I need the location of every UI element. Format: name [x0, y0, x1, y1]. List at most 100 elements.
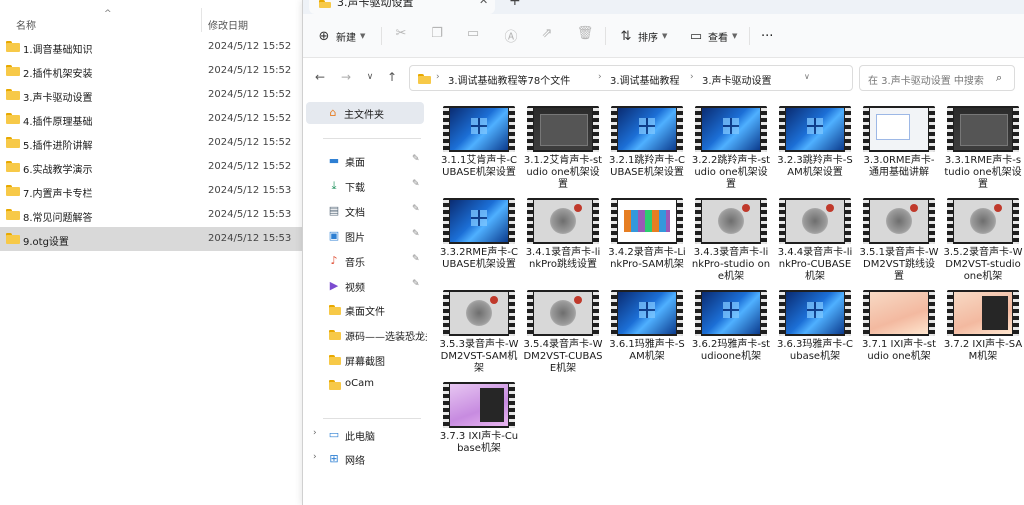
video-file-tile[interactable]: 3.3.0RME声卡-通用基础讲解: [859, 98, 939, 190]
nav-item-folder[interactable]: 屏幕截图: [303, 349, 427, 371]
breadcrumb-current[interactable]: 3.声卡驱动设置: [702, 72, 772, 87]
list-item[interactable]: 2.插件机架安装 2024/5/12 15:52: [0, 59, 302, 83]
pin-icon[interactable]: ✎: [412, 179, 420, 189]
back-arrow-icon[interactable]: ←: [311, 68, 329, 86]
address-history-chevron-icon[interactable]: ∨: [804, 72, 810, 81]
nav-item-music[interactable]: ♪ 音乐 ✎: [303, 250, 427, 272]
view-button[interactable]: ▭ 查看 ▼: [689, 25, 738, 47]
cut-icon[interactable]: ✂: [391, 26, 411, 46]
list-item[interactable]: 5.插件进阶讲解 2024/5/12 15:52: [0, 131, 302, 155]
breadcrumb-root[interactable]: 3.调试基础教程等78个文件: [448, 72, 570, 87]
chevron-right-icon[interactable]: ›: [313, 452, 317, 462]
video-file-tile[interactable]: 3.5.2录音声卡-WDM2VST-studio one机架: [943, 190, 1023, 282]
column-date-header[interactable]: 修改日期: [208, 17, 248, 32]
file-label: 3.5.4录音声卡-WDM2VST-CUBASE机架: [523, 339, 603, 374]
share-icon[interactable]: ⇗: [537, 26, 557, 46]
video-file-tile[interactable]: 3.5.4录音声卡-WDM2VST-CUBASE机架: [523, 282, 603, 374]
column-divider[interactable]: [201, 8, 202, 32]
video-file-tile[interactable]: 3.2.2跳羚声卡-studio one机架设置: [691, 98, 771, 190]
tab-current-folder[interactable]: 3.声卡驱动设置 ✕: [309, 0, 495, 14]
video-file-tile[interactable]: 3.4.2录音声卡-LinkPro-SAM机架: [607, 190, 687, 282]
nav-item-download[interactable]: ⤓ 下载 ✎: [303, 175, 427, 197]
breadcrumb-parent[interactable]: 3.调试基础教程: [610, 72, 680, 87]
nav-item-folder[interactable]: 桌面文件: [303, 299, 427, 321]
search-input[interactable]: 在 3.声卡驱动设置 中搜索 ⌕: [859, 65, 1015, 91]
video-file-tile[interactable]: 3.3.1RME声卡-studio one机架设置: [943, 98, 1023, 190]
computer-icon: ▭: [328, 428, 340, 441]
video-file-tile[interactable]: 3.5.3录音声卡-WDM2VST-SAM机架: [439, 282, 519, 374]
pin-icon[interactable]: ✎: [412, 229, 420, 239]
video-file-tile[interactable]: 3.4.4录音声卡-linkPro-CUBASE机架: [775, 190, 855, 282]
copy-icon[interactable]: ❐: [427, 26, 447, 46]
video-thumbnail: [443, 290, 515, 336]
list-item[interactable]: 4.插件原理基础 2024/5/12 15:52: [0, 107, 302, 131]
chevron-right-icon[interactable]: ›: [313, 428, 317, 438]
forward-arrow-icon[interactable]: →: [337, 68, 355, 86]
pin-icon[interactable]: ✎: [412, 204, 420, 214]
video-file-tile[interactable]: 3.7.3 IXI声卡-Cubase机架: [439, 374, 519, 466]
modified-date: 2024/5/12 15:53: [208, 233, 292, 244]
recent-locations-icon[interactable]: ∨: [361, 68, 379, 86]
column-name-header[interactable]: 名称: [16, 17, 36, 32]
list-item[interactable]: 8.常见问题解答 2024/5/12 15:53: [0, 203, 302, 227]
delete-icon[interactable]: 🗑: [575, 26, 595, 46]
breadcrumb-chevron-icon[interactable]: ›: [690, 72, 694, 82]
home-icon: ⌂: [329, 106, 337, 119]
nav-item-network[interactable]: › ⊞ 网络: [303, 448, 427, 470]
address-path[interactable]: › 3.调试基础教程等78个文件 › 3.调试基础教程 › 3.声卡驱动设置 ∨…: [409, 65, 940, 91]
video-file-tile[interactable]: 3.5.1录音声卡-WDM2VST跳线设置: [859, 190, 939, 282]
rename-icon[interactable]: Ⓐ: [501, 26, 521, 46]
file-label: 3.3.1RME声卡-studio one机架设置: [944, 155, 1022, 190]
pin-icon[interactable]: ✎: [412, 279, 420, 289]
sort-button[interactable]: ⇅ 排序 ▼: [619, 25, 668, 47]
sort-icon: ⇅: [620, 28, 632, 44]
video-file-tile[interactable]: 3.2.3跳羚声卡-SAM机架设置: [775, 98, 855, 190]
file-label: 3.5.1录音声卡-WDM2VST跳线设置: [859, 247, 939, 282]
nav-item-folder[interactable]: oCam: [303, 374, 427, 396]
nav-item-pictures[interactable]: ▣ 图片 ✎: [303, 225, 427, 247]
paste-icon[interactable]: ▭: [463, 26, 483, 46]
video-file-tile[interactable]: 3.2.1跳羚声卡-CUBASE机架设置: [607, 98, 687, 190]
video-file-tile[interactable]: 3.1.2艾肯声卡-studio one机架设置: [523, 98, 603, 190]
sort-up-icon[interactable]: ^: [104, 9, 112, 19]
nav-item-home[interactable]: ⌂ 主文件夹: [306, 102, 424, 124]
pin-icon[interactable]: ✎: [412, 254, 420, 264]
folder-icon: [329, 330, 341, 340]
folder-icon: [6, 185, 20, 196]
pin-icon[interactable]: ✎: [412, 154, 420, 164]
chevron-down-icon: ▼: [360, 32, 366, 40]
file-name: 6.实战教学演示: [23, 165, 93, 176]
video-file-tile[interactable]: 3.6.2玛雅声卡-studioone机架: [691, 282, 771, 374]
nav-item-folder[interactable]: 源码——选装恐龙头: [303, 324, 427, 346]
nav-item-video[interactable]: ▶ 视频 ✎: [303, 275, 427, 297]
list-item[interactable]: 1.调音基础知识 2024/5/12 15:52: [0, 35, 302, 59]
list-item[interactable]: 3.声卡驱动设置 2024/5/12 15:52: [0, 83, 302, 107]
up-arrow-icon[interactable]: ↑: [383, 68, 401, 86]
breadcrumb-chevron-icon[interactable]: ›: [598, 72, 602, 82]
modified-date: 2024/5/12 15:52: [208, 161, 292, 172]
nav-item-this-pc[interactable]: › ▭ 此电脑: [303, 424, 427, 446]
video-thumbnail: [443, 382, 515, 428]
new-button[interactable]: ⊕ 新建 ▼: [317, 25, 366, 47]
list-item[interactable]: 6.实战教学演示 2024/5/12 15:52: [0, 155, 302, 179]
video-file-tile[interactable]: 3.1.1艾肯声卡-CUBASE机架设置: [439, 98, 519, 190]
list-item[interactable]: 9.otg设置 2024/5/12 15:53: [0, 227, 302, 251]
nav-label: 此电脑: [345, 432, 375, 443]
toolbar-divider: [381, 27, 382, 45]
video-file-tile[interactable]: 3.7.2 IXI声卡-SAM机架: [943, 282, 1023, 374]
video-file-tile[interactable]: 3.3.2RME声卡-CUBASE机架设置: [439, 190, 519, 282]
nav-item-desktop[interactable]: ▬ 桌面 ✎: [303, 150, 427, 172]
more-options-button[interactable]: ···: [761, 25, 773, 47]
file-name: 3.声卡驱动设置: [23, 93, 93, 104]
video-file-tile[interactable]: 3.6.3玛雅声卡-Cubase机架: [775, 282, 855, 374]
video-file-tile[interactable]: 3.6.1玛雅声卡-SAM机架: [607, 282, 687, 374]
nav-item-document[interactable]: ▤ 文档 ✎: [303, 200, 427, 222]
close-tab-icon[interactable]: ✕: [479, 0, 488, 7]
list-item[interactable]: 7.内置声卡专栏 2024/5/12 15:53: [0, 179, 302, 203]
background-file-list: ^ 名称 修改日期 1.调音基础知识 2024/5/12 15:52 2.插件机架安…: [0, 0, 302, 505]
new-tab-button[interactable]: +: [509, 0, 521, 9]
video-file-tile[interactable]: 3.4.3录音声卡-linkPro-studio one机架: [691, 190, 771, 282]
video-file-tile[interactable]: 3.4.1录音声卡-linkPro跳线设置: [523, 190, 603, 282]
video-file-tile[interactable]: 3.7.1 IXI声卡-studio one机架: [859, 282, 939, 374]
breadcrumb-chevron-icon[interactable]: ›: [436, 72, 440, 82]
